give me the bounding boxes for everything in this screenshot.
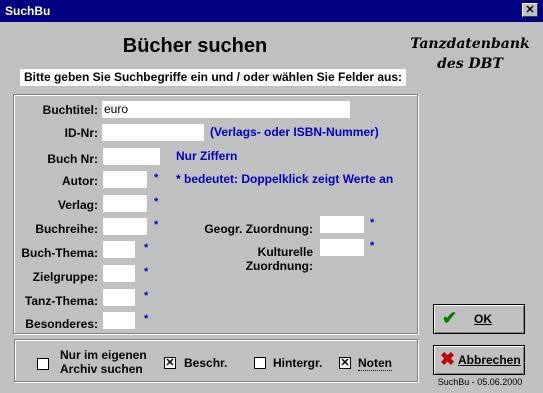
geogr-input[interactable]	[320, 216, 364, 233]
noten-label: Noten	[358, 356, 392, 371]
buchthema-star: *	[144, 242, 149, 254]
abbrechen-label: Abbrechen	[458, 353, 521, 367]
zielgruppe-star: *	[144, 266, 149, 278]
archiv-label-line-1: Nur im eigenen	[60, 348, 147, 362]
buchreihe-star: *	[154, 219, 159, 231]
geogr-star: *	[370, 217, 375, 229]
verlag-input[interactable]	[103, 195, 147, 212]
abbrechen-button[interactable]: ✖ Abbrechen	[433, 345, 525, 375]
buchnr-hint: Nur Ziffern	[176, 149, 238, 163]
autor-input[interactable]	[103, 171, 147, 188]
buchnr-label: Buch Nr:	[47, 152, 98, 166]
checkmark-icon: ✔	[442, 308, 458, 328]
star-hint: * bedeutet: Doppelklick zeigt Werte an	[176, 172, 394, 186]
geogr-label: Geogr. Zuordnung:	[204, 222, 313, 236]
brand-logo: Tanzdatenbank des DBT	[405, 34, 535, 74]
idnr-input[interactable]	[102, 124, 204, 141]
close-button[interactable]: ✕	[522, 3, 538, 17]
ok-label: OK	[474, 312, 492, 326]
kulturell-label: Kulturelle Zuordnung:	[245, 245, 313, 273]
archiv-label-line-2: Archiv suchen	[60, 362, 143, 376]
version-footer: SuchBu - 05.06.2000	[437, 377, 523, 387]
besonderes-star: *	[144, 313, 149, 325]
beschr-checkbox[interactable]: ✕	[164, 357, 176, 369]
idnr-hint: (Verlags- oder ISBN-Nummer)	[210, 125, 379, 139]
title-bar: SuchBu ✕	[0, 0, 543, 22]
autor-label: Autor:	[62, 174, 98, 188]
brand-line-2: des DBT	[437, 56, 503, 72]
tanzthema-label: Tanz-Thema:	[24, 294, 98, 308]
hintergr-label: Hintergr.	[273, 356, 323, 370]
ok-button[interactable]: ✔ OK	[433, 304, 525, 334]
buchtitel-label: Buchtitel:	[42, 103, 98, 117]
buchtitel-input[interactable]: euro	[102, 101, 350, 118]
buchthema-label: Buch-Thema:	[21, 246, 98, 260]
cross-icon: ✖	[440, 349, 456, 369]
verlag-label: Verlag:	[57, 198, 98, 212]
hintergr-checkbox[interactable]	[254, 357, 266, 369]
beschr-label: Beschr.	[184, 356, 228, 370]
verlag-star: *	[154, 196, 159, 208]
noten-checkbox[interactable]: ✕	[339, 357, 351, 369]
kulturell-star: *	[370, 240, 375, 252]
zielgruppe-input[interactable]	[103, 265, 135, 282]
kulturell-input[interactable]	[320, 239, 364, 256]
besonderes-label: Besonderes:	[25, 317, 98, 331]
archiv-checkbox[interactable]	[37, 358, 49, 370]
buchreihe-input[interactable]	[103, 218, 147, 235]
zielgruppe-label: Zielgruppe:	[32, 270, 98, 284]
autor-star: *	[154, 172, 159, 184]
buchnr-input[interactable]	[103, 148, 160, 165]
window-title: SuchBu	[5, 4, 51, 18]
instructions-banner: Bitte geben Sie Suchbegriffe ein und / o…	[20, 69, 406, 86]
idnr-label: ID-Nr:	[64, 126, 98, 140]
buchthema-input[interactable]	[103, 241, 135, 258]
brand-line-1: Tanzdatenbank	[410, 36, 530, 52]
archiv-label: Nur im eigenen Archiv suchen	[60, 348, 147, 376]
buchreihe-label: Buchreihe:	[35, 222, 98, 236]
tanzthema-input[interactable]	[103, 289, 135, 306]
tanzthema-star: *	[144, 290, 149, 302]
page-title: Bücher suchen	[122, 35, 268, 57]
besonderes-input[interactable]	[103, 312, 135, 329]
